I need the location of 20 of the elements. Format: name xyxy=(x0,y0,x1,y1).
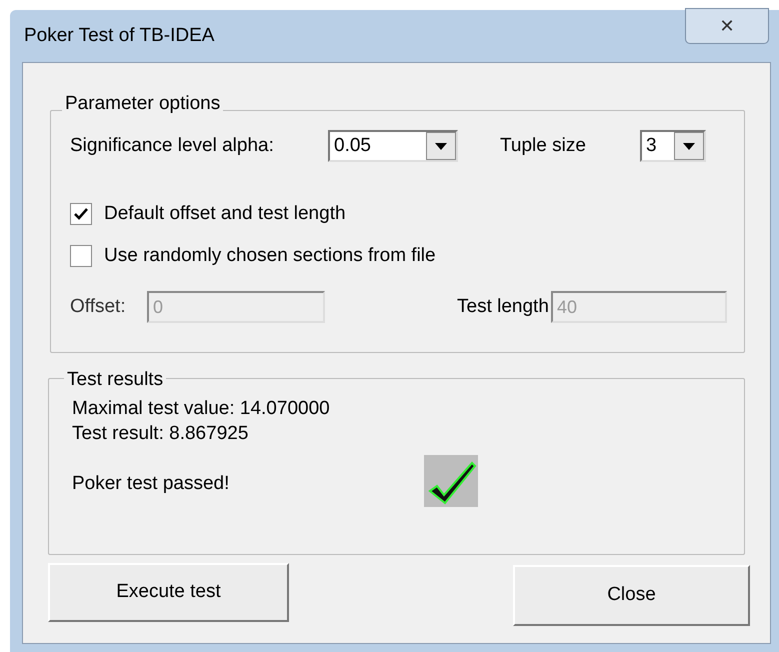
window-title: Poker Test of TB-IDEA xyxy=(24,24,214,48)
tuple-size-dropdown[interactable]: 3 xyxy=(640,130,706,162)
dialog-button[interactable]: Execute test xyxy=(48,563,289,622)
alpha-dropdown[interactable]: 0.05 xyxy=(328,130,458,162)
close-button[interactable]: ✕ xyxy=(685,8,769,44)
checkbox[interactable] xyxy=(70,203,92,226)
test-result: Test result: 8.867925 xyxy=(72,422,248,446)
checkbox-label: Default offset and test length xyxy=(104,202,346,226)
checkmark-icon xyxy=(74,207,88,222)
dropdown-arrow-icon xyxy=(683,142,695,150)
alpha-label: Significance level alpha: xyxy=(70,134,275,158)
test-verdict: Poker test passed! xyxy=(72,472,230,496)
checkbox-label: Use randomly chosen sections from file xyxy=(104,244,436,268)
dropdown-arrow-icon xyxy=(435,142,447,150)
dialog-button[interactable]: Close xyxy=(513,565,750,626)
max-test-value: Maximal test value: 14.070000 xyxy=(72,397,330,421)
tuple-size-label: Tuple size xyxy=(500,134,587,158)
offset-label: Offset: xyxy=(70,294,127,319)
checkbox[interactable] xyxy=(70,245,92,268)
test-length-label: Test length xyxy=(457,294,550,319)
